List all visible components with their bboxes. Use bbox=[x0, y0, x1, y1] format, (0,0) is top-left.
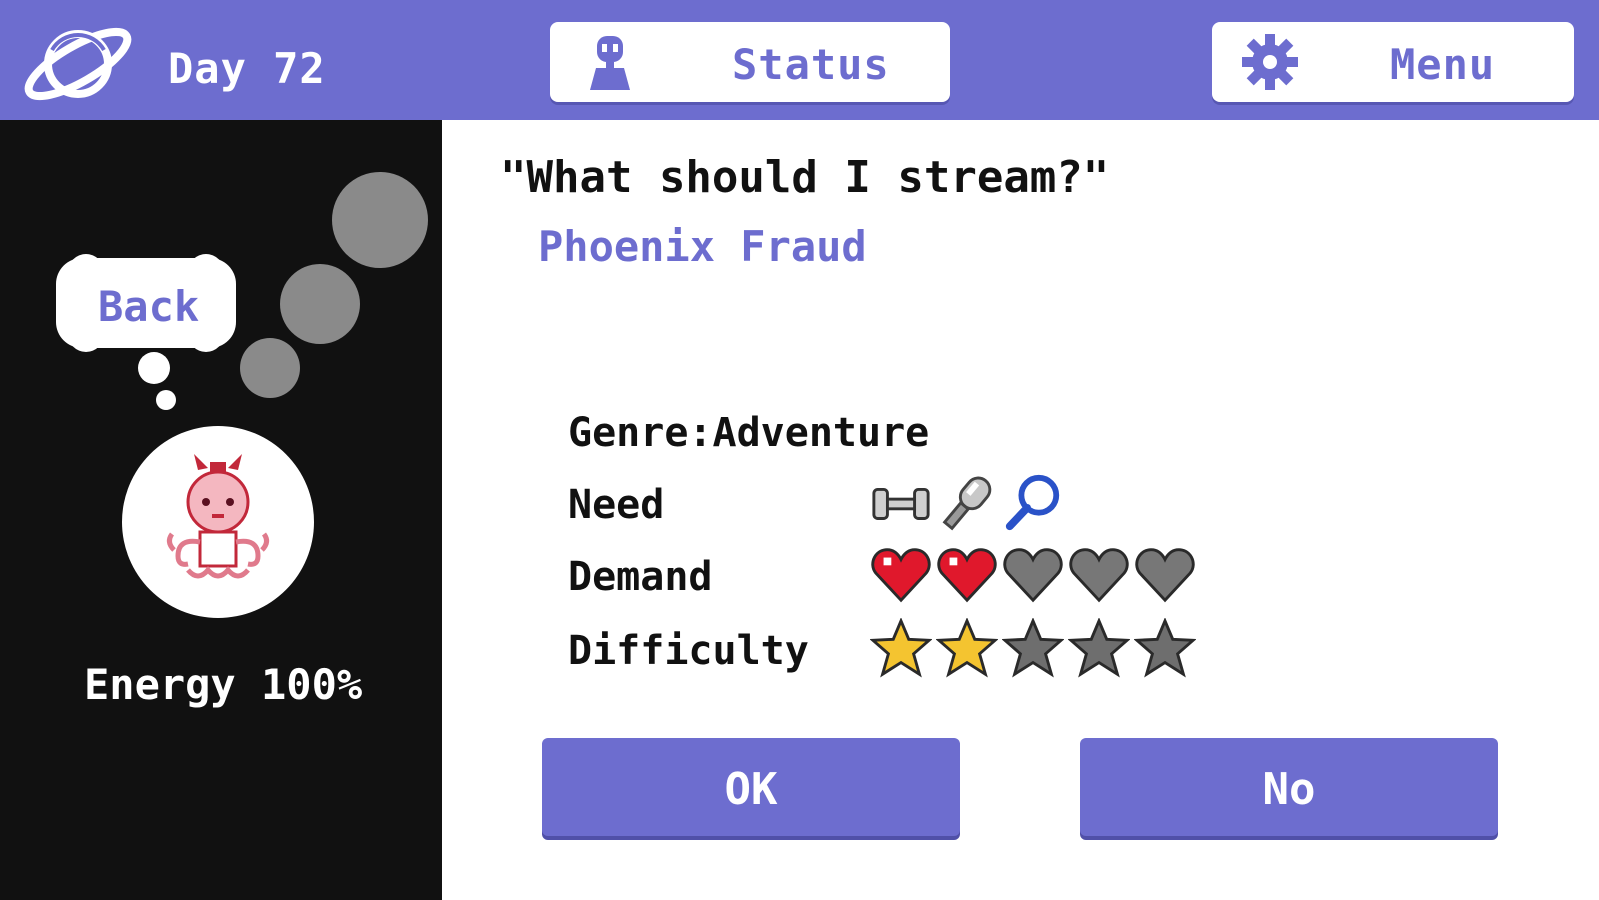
no-label: No bbox=[1262, 764, 1316, 815]
microphone-icon bbox=[942, 476, 992, 531]
planet-icon bbox=[24, 27, 132, 101]
person-icon bbox=[590, 36, 630, 90]
demand-label: Demand bbox=[568, 554, 713, 600]
heart-filled-icon bbox=[871, 548, 931, 603]
ok-label: OK bbox=[724, 764, 778, 815]
star-empty-icon bbox=[1134, 618, 1196, 678]
character-sprite bbox=[166, 454, 270, 579]
status-label: Status bbox=[732, 40, 890, 89]
magnifier-icon bbox=[1005, 474, 1060, 531]
avatar bbox=[122, 426, 314, 618]
star-filled-icon bbox=[936, 618, 998, 678]
status-button[interactable]: Status bbox=[550, 22, 950, 102]
dumbbell-icon bbox=[872, 487, 930, 520]
gear-icon bbox=[1242, 34, 1298, 90]
star-empty-icon bbox=[1002, 618, 1064, 678]
heart-empty-icon bbox=[1003, 548, 1063, 603]
energy-readout: Energy 100% bbox=[84, 660, 363, 709]
ok-button[interactable]: OK bbox=[542, 738, 960, 836]
need-icons bbox=[870, 472, 1064, 536]
demand-hearts bbox=[870, 544, 1196, 608]
day-counter: Day 72 bbox=[168, 44, 326, 93]
heart-empty-icon bbox=[1069, 548, 1129, 603]
dialog-prompt: "What should I stream?" bbox=[500, 152, 1110, 203]
menu-button[interactable]: Menu bbox=[1212, 22, 1574, 102]
back-label[interactable]: Back bbox=[98, 282, 199, 331]
menu-label: Menu bbox=[1390, 40, 1496, 89]
difficulty-stars bbox=[870, 618, 1196, 682]
star-empty-icon bbox=[1068, 618, 1130, 678]
top-bar: Day 72 Status Menu bbox=[0, 0, 1599, 120]
stream-choice-panel: "What should I stream?" Phoenix Fraud Ge… bbox=[442, 120, 1599, 900]
game-title[interactable]: Phoenix Fraud bbox=[538, 222, 867, 271]
character-panel: Back Energy 100% bbox=[0, 120, 442, 900]
no-button[interactable]: No bbox=[1080, 738, 1498, 836]
heart-filled-icon bbox=[937, 548, 997, 603]
genre-label: Genre:Adventure bbox=[568, 410, 930, 456]
star-filled-icon bbox=[870, 618, 932, 678]
need-label: Need bbox=[568, 482, 665, 528]
heart-empty-icon bbox=[1135, 548, 1195, 603]
difficulty-label: Difficulty bbox=[568, 628, 809, 674]
